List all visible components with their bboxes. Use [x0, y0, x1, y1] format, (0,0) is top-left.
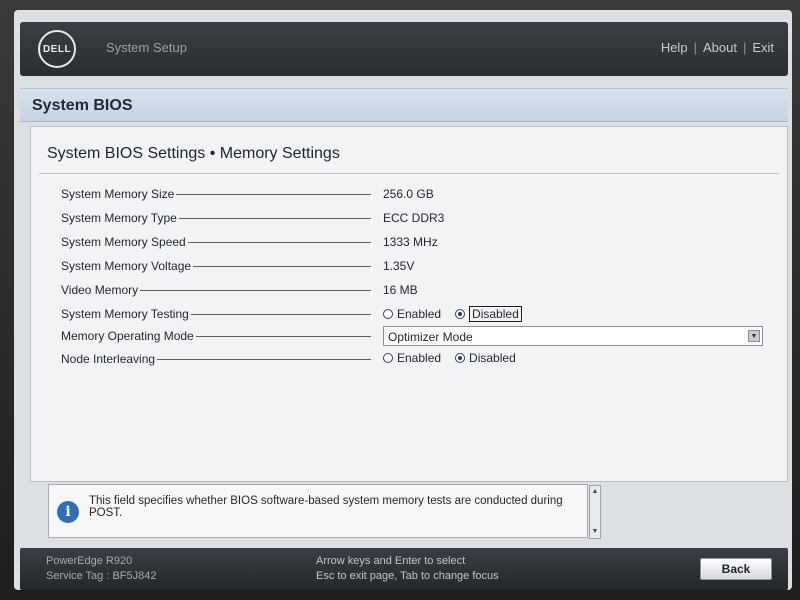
- key-hint-line: Esc to exit page, Tab to change focus: [316, 570, 499, 582]
- system-info: PowerEdge R920 Service Tag : BF5J842: [46, 554, 156, 584]
- radio-label: Disabled: [469, 306, 522, 322]
- setting-label: System Memory Speed: [61, 235, 188, 249]
- about-link[interactable]: About: [703, 40, 737, 55]
- radio-label: Enabled: [397, 351, 442, 365]
- radio-label: Disabled: [469, 351, 516, 365]
- setting-row-memory-type: System Memory Type ECC DDR3: [31, 208, 789, 228]
- setting-label: System Memory Voltage: [61, 259, 194, 273]
- memory-testing-disabled-radio[interactable]: Disabled: [455, 306, 522, 322]
- operating-mode-select[interactable]: Optimizer Mode ▼: [383, 326, 763, 346]
- scroll-down-icon[interactable]: ▼: [591, 527, 599, 537]
- setting-label: Node Interleaving: [61, 352, 158, 366]
- memory-testing-radio-group: Enabled Disabled: [383, 306, 522, 322]
- setting-row-operating-mode: Memory Operating Mode Optimizer Mode ▼: [31, 326, 789, 346]
- title-divider: [39, 173, 779, 174]
- setting-row-memory-speed: System Memory Speed 1333 MHz: [31, 232, 789, 252]
- header-links: Help | About | Exit: [661, 40, 774, 55]
- setting-row-node-interleaving: Node Interleaving Enabled Disabled: [31, 349, 789, 369]
- footer-bar: PowerEdge R920 Service Tag : BF5J842 Arr…: [20, 548, 788, 590]
- scroll-up-icon[interactable]: ▲: [591, 487, 599, 497]
- setting-label: Memory Operating Mode: [61, 329, 196, 343]
- setting-row-video-memory: Video Memory 16 MB: [31, 280, 789, 300]
- setting-row-memory-testing: System Memory Testing Enabled Disabled: [31, 304, 789, 324]
- select-value: Optimizer Mode: [388, 330, 473, 344]
- memory-testing-enabled-radio[interactable]: Enabled: [383, 307, 441, 321]
- header-bar: DELL System Setup Help | About | Exit: [20, 22, 788, 76]
- settings-panel: System BIOS Settings • Memory Settings S…: [30, 126, 788, 482]
- setting-value: 16 MB: [383, 283, 418, 297]
- link-separator: |: [742, 40, 747, 55]
- key-hint-line: Arrow keys and Enter to select: [316, 555, 466, 567]
- service-tag: Service Tag : BF5J842: [46, 570, 157, 582]
- setting-label: System Memory Type: [61, 211, 179, 225]
- radio-circle[interactable]: [383, 309, 393, 319]
- model-name: PowerEdge R920: [46, 555, 133, 567]
- node-interleaving-enabled-radio[interactable]: Enabled: [383, 351, 441, 365]
- help-link[interactable]: Help: [661, 40, 688, 55]
- back-button[interactable]: Back: [700, 558, 772, 580]
- dropdown-arrow-icon[interactable]: ▼: [748, 330, 760, 342]
- setting-value: 256.0 GB: [383, 187, 434, 201]
- page-title: System BIOS Settings • Memory Settings: [47, 145, 340, 162]
- dell-logo: DELL: [38, 30, 76, 68]
- radio-label: Enabled: [397, 307, 442, 321]
- setting-value: 1.35V: [383, 259, 415, 273]
- setting-label: System Memory Size: [61, 187, 177, 201]
- bios-title: System BIOS: [32, 97, 133, 114]
- radio-circle[interactable]: [383, 353, 393, 363]
- bios-screen: DELL System Setup Help | About | Exit Sy…: [14, 10, 792, 590]
- app-title: System Setup: [106, 40, 187, 55]
- node-interleaving-disabled-radio[interactable]: Disabled: [455, 351, 516, 365]
- link-separator: |: [693, 40, 697, 55]
- help-scrollbar[interactable]: ▲ ▼: [589, 485, 601, 539]
- setting-row-memory-size: System Memory Size 256.0 GB: [31, 184, 789, 204]
- setting-value: 1333 MHz: [383, 235, 438, 249]
- info-icon: i: [57, 501, 79, 523]
- help-text: This field specifies whether BIOS softwa…: [89, 495, 563, 519]
- setting-label: Video Memory: [61, 283, 141, 297]
- setting-label: System Memory Testing: [61, 307, 191, 321]
- radio-circle-selected[interactable]: [455, 309, 466, 319]
- help-box: i This field specifies whether BIOS soft…: [48, 484, 601, 539]
- bios-title-band: System BIOS: [20, 88, 788, 122]
- exit-link[interactable]: Exit: [752, 40, 774, 55]
- key-hints: Arrow keys and Enter to select Esc to ex…: [316, 554, 499, 584]
- radio-circle-selected[interactable]: [455, 353, 466, 363]
- setting-row-memory-voltage: System Memory Voltage 1.35V: [31, 256, 789, 276]
- setting-value: ECC DDR3: [383, 211, 445, 225]
- node-interleaving-radio-group: Enabled Disabled: [383, 351, 516, 365]
